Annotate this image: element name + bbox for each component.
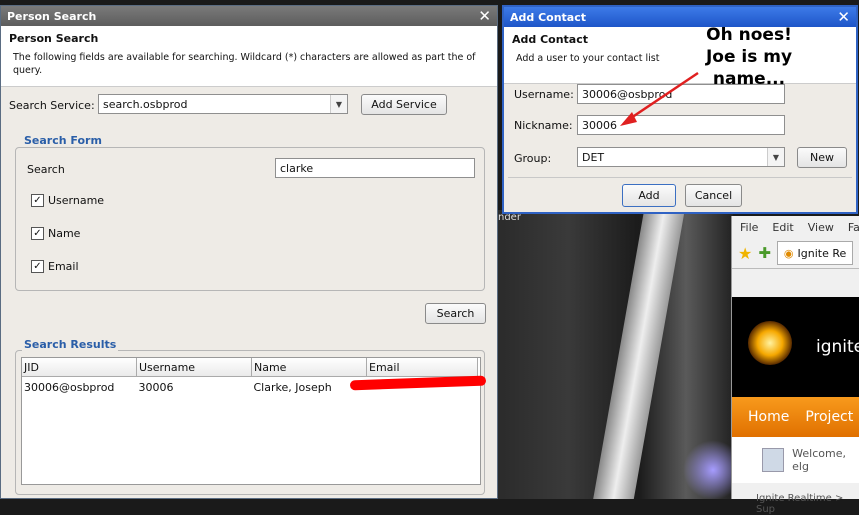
welcome-text: Welcome, elg xyxy=(792,447,846,473)
nav-projects[interactable]: Project xyxy=(805,409,853,425)
name-checkbox[interactable]: ✓ xyxy=(31,227,44,240)
header-title: Person Search xyxy=(9,32,99,45)
button-divider xyxy=(508,177,852,178)
menu-view[interactable]: View xyxy=(808,221,834,234)
nav-home[interactable]: Home xyxy=(748,409,789,425)
site-nav: Home Project xyxy=(732,397,859,437)
add-contact-title: Add Contact xyxy=(510,10,587,24)
cell-name: Clarke, Joseph xyxy=(253,380,332,394)
search-form-title: Search Form xyxy=(22,134,104,147)
close-icon[interactable]: ✕ xyxy=(837,8,850,26)
person-search-titlebar[interactable]: Person Search ✕ xyxy=(1,6,497,26)
search-label: Search xyxy=(27,163,65,176)
header-description: The following fields are available for s… xyxy=(13,52,476,76)
search-button[interactable]: Search xyxy=(425,303,486,324)
site-logo-icon xyxy=(748,321,792,365)
email-checkbox[interactable]: ✓ xyxy=(31,260,44,273)
cancel-button[interactable]: Cancel xyxy=(685,184,742,207)
welcome-bar: Welcome, elg xyxy=(732,437,859,483)
group-select[interactable]: DET ▼ xyxy=(577,147,785,167)
background-photo: nder xyxy=(498,210,733,499)
photo-glow xyxy=(683,440,733,499)
email-checkbox-label: Email xyxy=(48,260,79,273)
person-search-title: Person Search xyxy=(7,9,97,23)
browser-window: File Edit View Fav ★ ✚ ◉ Ignite Re ignit… xyxy=(731,216,859,515)
annotation-line-1: Oh noes! xyxy=(706,25,792,45)
service-select[interactable]: search.osbprod ▼ xyxy=(98,94,348,114)
tab-favicon-icon: ◉ xyxy=(783,246,794,260)
table-header-row: JID Username Name Email xyxy=(22,358,478,377)
tab-label: Ignite Re xyxy=(797,246,847,260)
photo-cable xyxy=(588,210,688,499)
person-search-header: Person Search The following fields are a… xyxy=(1,26,497,87)
group-label: Group: xyxy=(514,152,552,165)
menu-edit[interactable]: Edit xyxy=(772,221,793,234)
person-search-window: Person Search ✕ Person Search The follow… xyxy=(0,5,498,499)
annotation-line-2: Joe is my xyxy=(705,47,793,67)
column-email[interactable]: Email xyxy=(366,358,478,377)
favorites-star-icon[interactable]: ★ xyxy=(738,244,752,263)
group-value: DET xyxy=(582,150,605,164)
browser-toolbar: ★ ✚ ◉ Ignite Re xyxy=(732,238,859,269)
annotation-text: Oh noes! Joe is my name... xyxy=(694,24,804,90)
annotation-line-3: name... xyxy=(712,69,786,89)
add-button[interactable]: Add xyxy=(622,184,676,207)
add-favorite-icon[interactable]: ✚ xyxy=(758,244,771,262)
menu-favorites[interactable]: Fav xyxy=(848,221,859,234)
new-group-button[interactable]: New xyxy=(797,147,847,168)
close-icon[interactable]: ✕ xyxy=(478,7,491,25)
service-value: search.osbprod xyxy=(103,97,188,111)
username-checkbox-label: Username xyxy=(48,194,105,207)
avatar xyxy=(762,448,785,472)
nickname-label: Nickname: xyxy=(514,119,573,132)
add-contact-window: Add Contact ✕ Add Contact Add a user to … xyxy=(502,5,858,214)
nickname-field[interactable]: 30006 xyxy=(577,115,785,135)
browser-menubar: File Edit View Fav xyxy=(732,216,859,238)
column-jid[interactable]: JID xyxy=(22,358,137,377)
browser-tab[interactable]: ◉ Ignite Re xyxy=(776,241,854,265)
cell-jid: 30006@osbprod xyxy=(24,380,115,394)
menu-file[interactable]: File xyxy=(740,221,758,234)
chevron-down-icon[interactable]: ▼ xyxy=(767,148,784,166)
name-checkbox-label: Name xyxy=(48,227,81,240)
breadcrumb: Ignite Realtime > Sup xyxy=(756,493,844,515)
column-username[interactable]: Username xyxy=(136,358,252,377)
search-input[interactable]: clarke xyxy=(275,158,475,178)
chevron-down-icon[interactable]: ▼ xyxy=(330,95,347,113)
username-checkbox[interactable]: ✓ xyxy=(31,194,44,207)
service-label: Search Service: xyxy=(9,99,95,112)
search-results-title: Search Results xyxy=(22,338,119,351)
site-logo-text: ignite xyxy=(816,337,859,357)
column-name[interactable]: Name xyxy=(251,358,367,377)
add-service-button[interactable]: Add Service xyxy=(361,94,447,115)
username-label: Username: xyxy=(514,88,574,101)
site-header: ignite xyxy=(732,297,859,397)
cell-username: 30006 xyxy=(138,380,174,394)
